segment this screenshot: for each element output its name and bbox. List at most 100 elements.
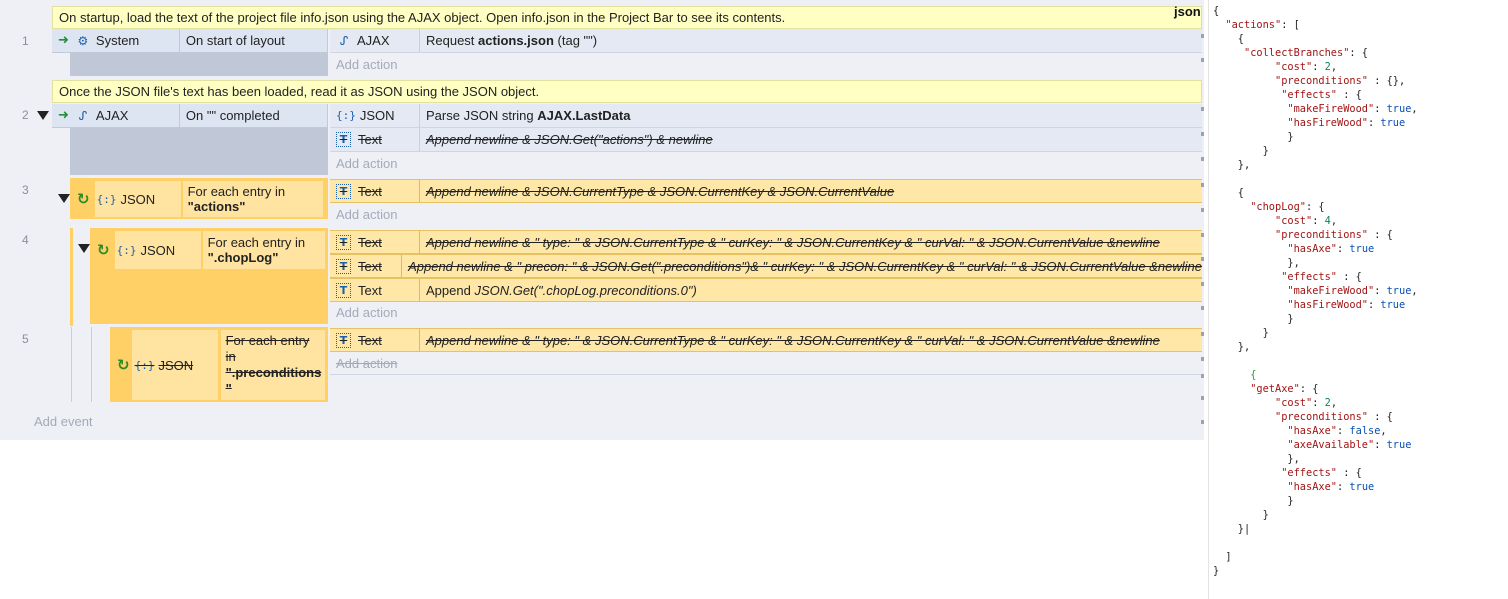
action-object: T Text [330,279,420,301]
text-object-icon: T [336,183,351,199]
action-text: Append newline & " type: " & JSON.Curren… [426,332,1160,348]
json-icon: {:} [336,109,356,122]
code-line: { [1213,187,1244,199]
code-line: { [1213,5,1220,17]
code-text[interactable]: { "actions": [ { "collectBranches": { "c… [1213,4,1418,578]
event-indent-block [70,53,328,76]
action-object: {:} JSON [330,104,420,127]
scroll-marker [1201,208,1204,212]
trigger-arrow-icon: ➜ [58,108,69,123]
loop-condition-block [70,228,73,326]
condition-object-label: System [95,33,140,48]
scroll-marker [1201,183,1204,187]
code-line: }, [1213,453,1300,465]
action-row-disabled[interactable]: T Text Append newline & " precon: " & JSO… [330,254,1202,278]
json-icon: {:} [134,358,155,372]
scroll-marker [1201,157,1204,161]
code-line: } [1213,131,1294,143]
code-line: } [1213,313,1294,325]
action-text: Append newline & JSON.Get("actions") & n… [426,132,713,147]
event-comment[interactable]: Once the JSON file's text has been loade… [52,80,1202,103]
action-row[interactable]: T Text Append JSON.Get(".chopLog.precondi… [330,278,1202,302]
code-line: "preconditions" : {}, [1275,75,1406,87]
text-object-icon: T [336,258,351,274]
condition-text: On "" completed [178,104,280,127]
action-text: Append newline & JSON.CurrentType & JSON… [426,183,895,199]
scroll-marker [1201,282,1204,286]
code-line: "preconditions" : { [1275,229,1393,241]
editor-tab-title[interactable]: json [1174,4,1201,19]
event-number: 5 [22,332,29,346]
add-action-link[interactable]: Add action [330,353,1202,375]
code-line: "hasFireWood": true [1287,117,1406,129]
action-row[interactable]: ᔑ AJAX Request actions.json (tag "") [330,29,1202,53]
collapse-triangle-icon[interactable] [37,111,49,120]
code-line: { [1213,33,1244,45]
event-number: 4 [22,233,29,247]
add-event-link[interactable]: Add event [34,414,93,429]
action-object: T Text [330,329,420,351]
scroll-marker [1201,233,1204,237]
action-row[interactable]: {:} JSON Parse JSON string AJAX.LastData [330,104,1202,128]
code-line: "hasFireWood": true [1287,299,1406,311]
scroll-marker [1201,420,1204,424]
json-icon: {:} [96,192,117,206]
code-line: "axeAvailable": true [1287,439,1412,451]
code-line: } [1213,565,1220,577]
action-object: ᔑ AJAX [330,29,420,52]
code-line: "hasAxe": false, [1287,425,1387,437]
code-line: "hasAxe": true [1287,243,1375,255]
add-action-link[interactable]: Add action [330,302,1202,324]
condition-text: For each entry in "actions" [182,181,323,217]
gear-icon: ⚙ [77,33,89,48]
action-row-disabled[interactable]: T Text Append newline & JSON.CurrentType … [330,179,1202,203]
condition-object: ⚙ System [75,33,179,49]
action-text: Parse JSON string AJAX.LastData [426,108,631,123]
condition-ajax-completed[interactable]: ➜ ᔑ AJAX On "" completed [52,104,328,128]
code-line: "preconditions" : { [1275,411,1393,423]
condition-text: For each entry in ".preconditions " [220,330,325,400]
nesting-guide [91,327,92,402]
add-action-link[interactable]: Add action [330,54,1202,76]
action-row-disabled[interactable]: T Text Append newline & " type: " & JSON.… [330,328,1202,352]
action-row-disabled[interactable]: T Text Append newline & " type: " & JSON.… [330,230,1202,254]
scroll-marker [1201,58,1204,62]
ajax-icon: ᔑ [339,33,349,48]
scroll-marker [1201,396,1204,400]
loop-icon: ↻ [77,190,90,208]
code-line: "effects" : { [1281,271,1362,283]
code-line: "cost": 4, [1275,215,1338,227]
json-code-editor[interactable]: { "actions": [ { "collectBranches": { "c… [1208,0,1508,599]
scroll-marker [1201,332,1204,336]
action-object: T Text [330,180,420,202]
code-line: } [1213,509,1269,521]
event-comment[interactable]: On startup, load the text of the project… [52,6,1202,29]
condition-object-label: AJAX [95,108,129,123]
code-line: "hasAxe": true [1287,481,1375,493]
action-object: T Text [330,255,403,277]
collapse-triangle-icon[interactable] [58,194,70,203]
scroll-marker [1201,357,1204,361]
text-object-icon: T [336,332,351,348]
text-object-icon: T [336,282,351,298]
code-line: }, [1213,341,1251,353]
code-line: } [1213,495,1294,507]
scroll-marker [1201,34,1204,38]
condition-text: For each entry in ".chopLog" [202,231,325,269]
add-action-link[interactable]: Add action [330,204,1202,226]
condition-on-start-of-layout[interactable]: ➜ ⚙ System On start of layout [52,29,328,53]
event-number: 3 [22,183,29,197]
condition-for-each-actions[interactable]: ↻ {:} JSON For each entry in "actions" [75,181,327,217]
json-icon: {:} [116,243,137,257]
nesting-guide [71,327,72,402]
code-line: } [1213,327,1269,339]
condition-object: {:} JSON [114,231,201,269]
condition-for-each-choplog[interactable]: ↻ {:} JSON For each entry in ".chopLog" [95,231,327,269]
scroll-marker [1201,374,1204,378]
add-action-link[interactable]: Add action [330,153,1202,175]
collapse-triangle-icon[interactable] [78,244,90,253]
condition-object: {:} JSON [94,181,181,217]
action-row-disabled[interactable]: T Text Append newline & JSON.Get("actions… [330,128,1202,152]
condition-for-each-preconditions[interactable]: ↻ {:} JSON For each entry in ".precondition… [115,330,327,400]
event-number: 1 [22,34,29,48]
